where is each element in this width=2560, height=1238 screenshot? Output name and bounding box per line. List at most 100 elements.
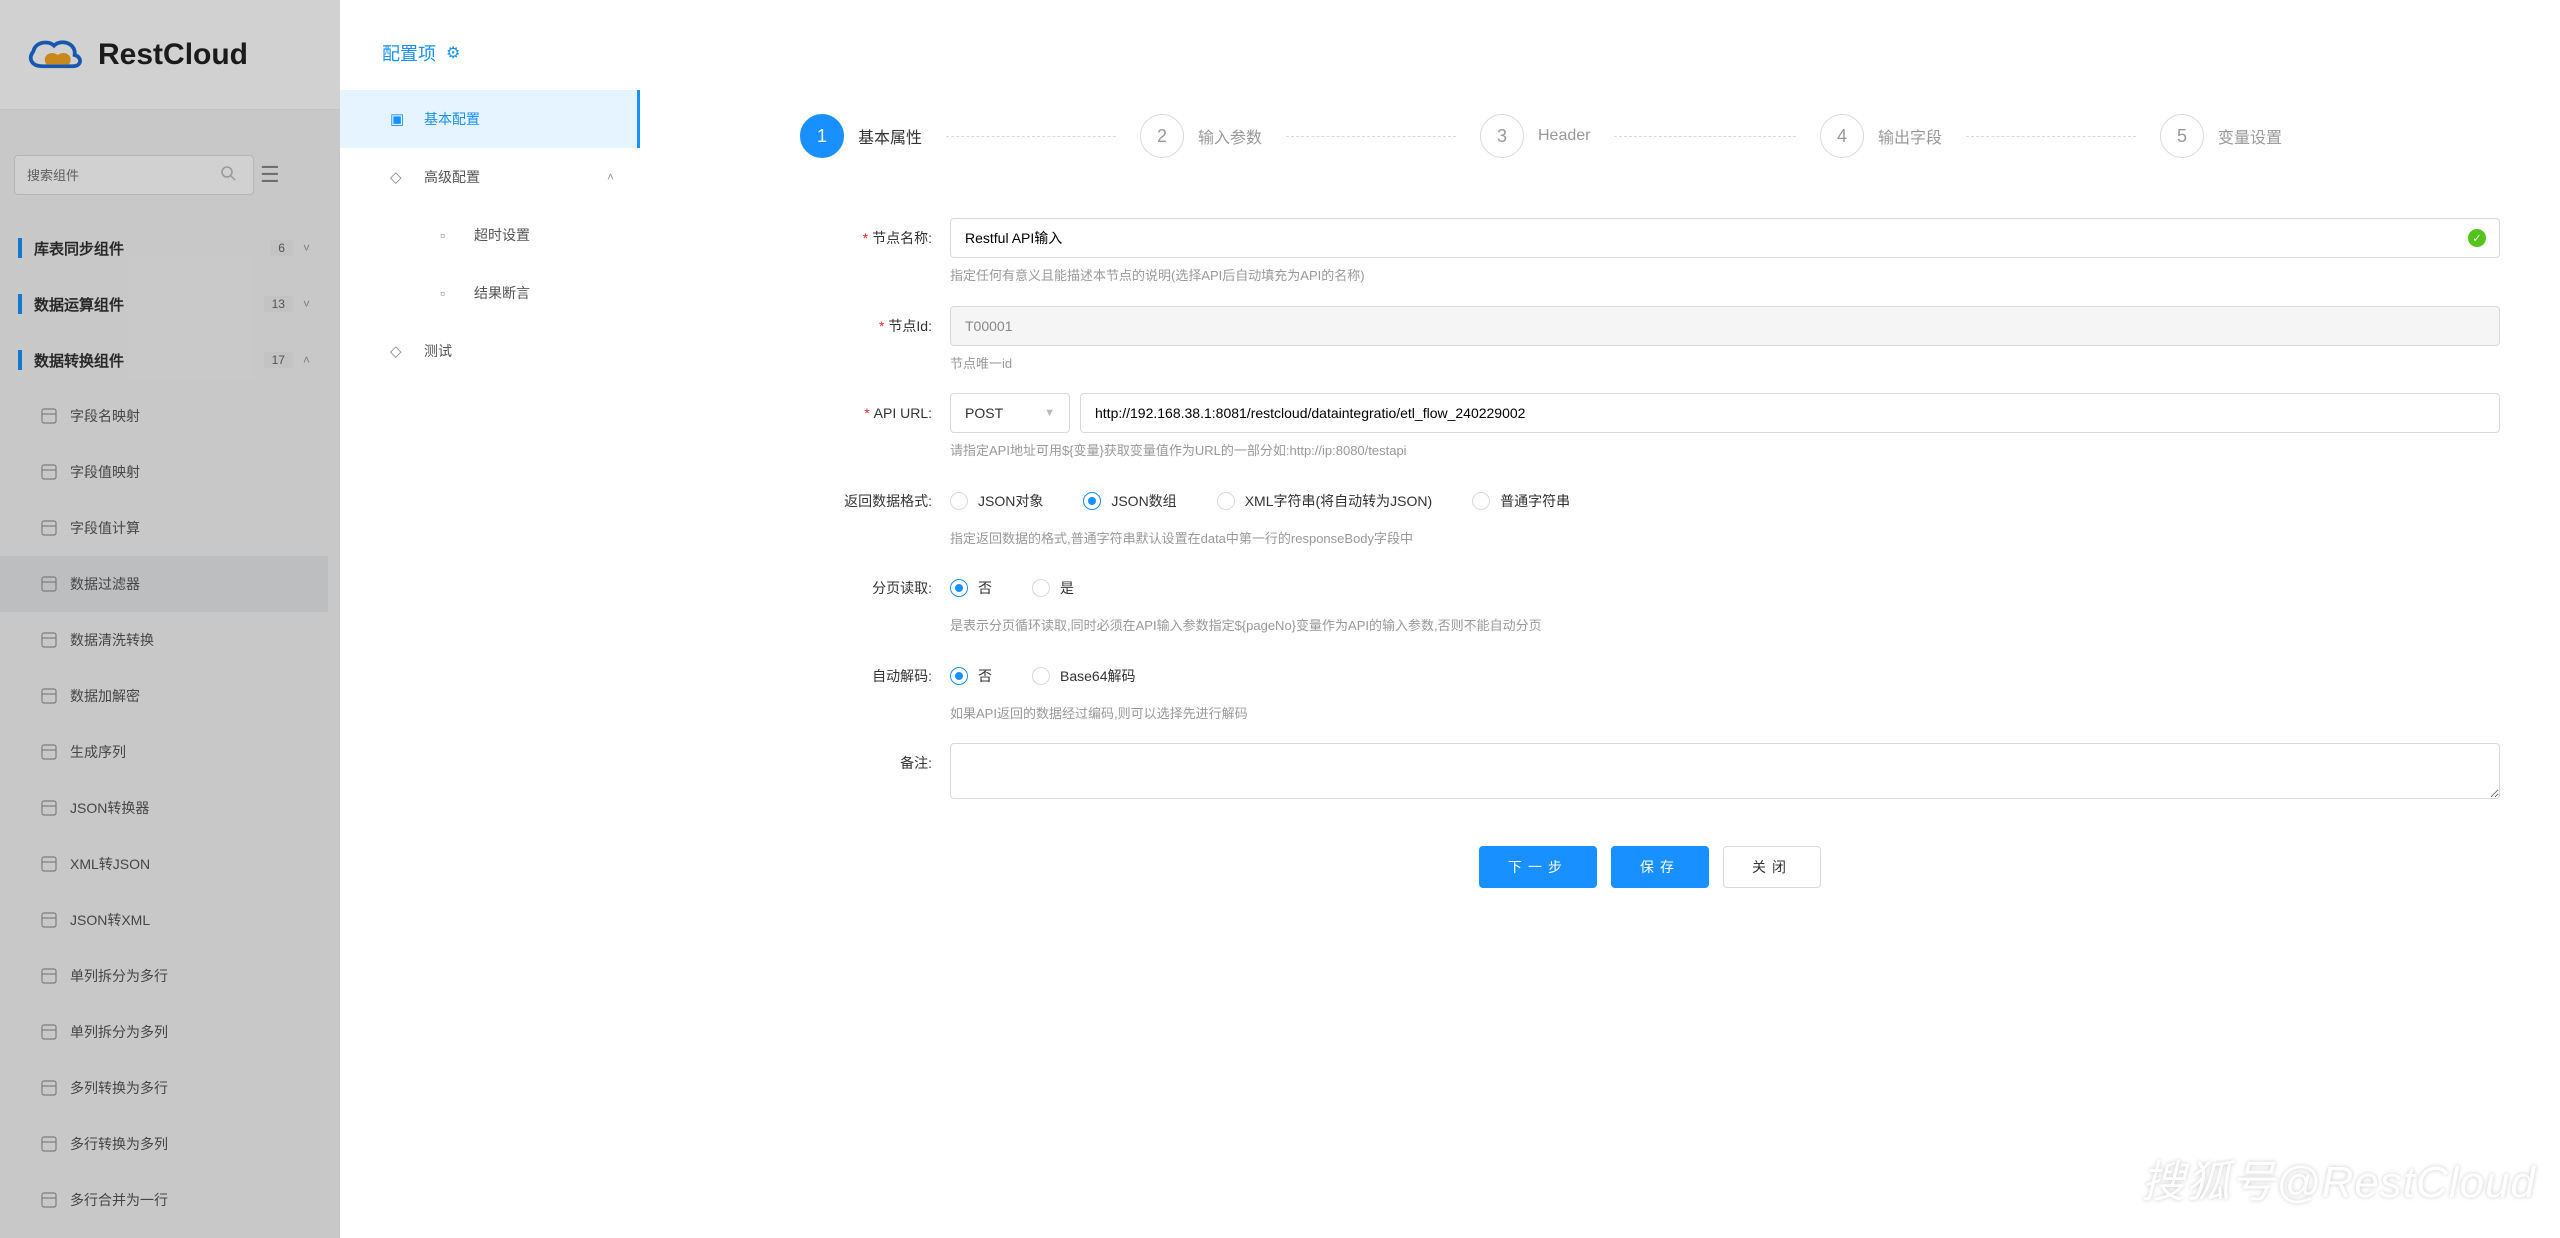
step-number: 5 <box>2160 114 2204 158</box>
steps: 1 基本属性 2 输入参数 3 Header 4 输出字段 5 变量设置 <box>800 114 2500 158</box>
help-resp-fmt: 指定返回数据的格式,普通字符串默认设置在data中第一行的responseBod… <box>950 529 2500 549</box>
radio-dot-icon <box>950 579 968 597</box>
tab-label: 超时设置 <box>474 225 530 245</box>
radio-option[interactable]: XML字符串(将自动转为JSON) <box>1217 491 1432 511</box>
textarea-remark[interactable] <box>950 743 2500 799</box>
tab-icon: ▫ <box>440 227 460 243</box>
step[interactable]: 1 基本属性 <box>800 114 1140 158</box>
step-label: 变量设置 <box>2218 124 2282 148</box>
config-panel: 配置项 ⚙ ▣ 基本配置 ◇ 高级配置 ˄ ▫ 超时设置 ▫ 结果断言 ◇ 测试 1 基本属性 2 输入参… <box>340 0 2560 1238</box>
radio-label: 否 <box>978 666 992 686</box>
step-number: 1 <box>800 114 844 158</box>
help-api-url: 请指定API地址可用${变量}获取变量值作为URL的一部分如:http://ip… <box>950 441 2500 461</box>
radio-group-resp-fmt: JSON对象 JSON数组 XML字符串(将自动转为JSON) 普通字符串 <box>950 481 2500 521</box>
config-title-text: 配置项 <box>382 40 436 66</box>
radio-option[interactable]: Base64解码 <box>1032 666 1135 686</box>
config-panel-title: 配置项 ⚙ <box>382 40 2560 66</box>
tab-label: 基本配置 <box>424 109 480 129</box>
next-button[interactable]: 下一步 <box>1479 846 1597 888</box>
check-ok-icon: ✓ <box>2468 229 2486 247</box>
input-api-url[interactable] <box>1080 393 2500 433</box>
radio-dot-icon <box>1032 667 1050 685</box>
radio-option[interactable]: 否 <box>950 666 992 686</box>
http-method-value: POST <box>965 405 1003 421</box>
config-tab[interactable]: ▣ 基本配置 <box>340 90 640 148</box>
label-decode: 自动解码: <box>800 656 950 724</box>
select-http-method[interactable]: POST ▼ <box>950 393 1070 433</box>
step[interactable]: 3 Header <box>1480 114 1820 158</box>
radio-dot-icon <box>1083 492 1101 510</box>
help-decode: 如果API返回的数据经过编码,则可以选择先进行解码 <box>950 704 2500 724</box>
config-subtab[interactable]: ▫ 超时设置 <box>340 206 640 264</box>
radio-dot-icon <box>950 667 968 685</box>
radio-dot-icon <box>1217 492 1235 510</box>
radio-option[interactable]: JSON数组 <box>1083 491 1176 511</box>
config-content: 1 基本属性 2 输入参数 3 Header 4 输出字段 5 变量设置 *节点名称: ✓ 指定任… <box>640 86 2560 1238</box>
save-button[interactable]: 保存 <box>1611 846 1709 888</box>
config-panel-header: 配置项 ⚙ <box>340 0 2560 86</box>
radio-option[interactable]: 否 <box>950 578 992 598</box>
step[interactable]: 5 变量设置 <box>2160 114 2500 158</box>
label-resp-fmt: 返回数据格式: <box>800 481 950 549</box>
radio-label: JSON数组 <box>1111 491 1176 511</box>
tab-icon: ◇ <box>390 342 410 360</box>
help-node-id: 节点唯一id <box>950 354 2500 374</box>
step-connector <box>1966 136 2136 137</box>
step-number: 4 <box>1820 114 1864 158</box>
close-button[interactable]: 关闭 <box>1723 846 1821 888</box>
radio-group-decode: 否 Base64解码 <box>950 656 2500 696</box>
row-decode: 自动解码: 否 Base64解码 如果API返回的数据经过编码,则可以选择先进行解… <box>800 656 2500 724</box>
chevron-down-icon: ▼ <box>1044 407 1055 419</box>
tab-label: 高级配置 <box>424 167 480 187</box>
row-resp-fmt: 返回数据格式: JSON对象 JSON数组 XML字符串(将自动转为JSON) 普通字… <box>800 481 2500 549</box>
step[interactable]: 4 输出字段 <box>1820 114 2160 158</box>
step-label: 输出字段 <box>1878 124 1942 148</box>
config-tabs: ▣ 基本配置 ◇ 高级配置 ˄ ▫ 超时设置 ▫ 结果断言 ◇ 测试 <box>340 86 640 1238</box>
config-tab[interactable]: ◇ 测试 <box>340 322 640 380</box>
step-number: 3 <box>1480 114 1524 158</box>
radio-option[interactable]: 是 <box>1032 578 1074 598</box>
step-label: 输入参数 <box>1198 124 1262 148</box>
row-node-name: *节点名称: ✓ 指定任何有意义且能描述本节点的说明(选择API后自动填充为AP… <box>800 218 2500 286</box>
radio-label: 普通字符串 <box>1500 491 1570 511</box>
radio-label: Base64解码 <box>1060 666 1135 686</box>
row-api-url: *API URL: POST ▼ 请指定API地址可用${变量}获取变量值作为U… <box>800 393 2500 461</box>
tab-icon: ◇ <box>390 168 410 186</box>
tab-icon: ▣ <box>390 110 410 128</box>
radio-label: 否 <box>978 578 992 598</box>
config-subtab[interactable]: ▫ 结果断言 <box>340 264 640 322</box>
label-remark: 备注: <box>800 743 950 802</box>
radio-dot-icon <box>1032 579 1050 597</box>
radio-option[interactable]: 普通字符串 <box>1472 491 1570 511</box>
label-api-url: *API URL: <box>800 393 950 461</box>
gear-icon[interactable]: ⚙ <box>446 43 460 63</box>
row-remark: 备注: <box>800 743 2500 802</box>
input-node-name[interactable] <box>950 218 2500 258</box>
radio-dot-icon <box>1472 492 1490 510</box>
footer-buttons: 下一步 保存 关闭 <box>800 822 2500 918</box>
row-node-id: *节点Id: 节点唯一id <box>800 306 2500 374</box>
tab-label: 测试 <box>424 341 452 361</box>
tab-label: 结果断言 <box>474 283 530 303</box>
tab-icon: ▫ <box>440 285 460 301</box>
label-paging: 分页读取: <box>800 568 950 636</box>
radio-group-paging: 否是 <box>950 568 2500 608</box>
step-label: 基本属性 <box>858 124 922 148</box>
step-label: Header <box>1538 127 1590 145</box>
radio-label: JSON对象 <box>978 491 1043 511</box>
radio-dot-icon <box>950 492 968 510</box>
radio-option[interactable]: JSON对象 <box>950 491 1043 511</box>
label-node-name: *节点名称: <box>800 218 950 286</box>
config-tab[interactable]: ◇ 高级配置 ˄ <box>340 148 640 206</box>
help-node-name: 指定任何有意义且能描述本节点的说明(选择API后自动填充为API的名称) <box>950 266 2500 286</box>
chevron-up-icon: ˄ <box>607 170 614 184</box>
step-connector <box>1286 136 1456 137</box>
step-connector <box>1614 136 1796 137</box>
row-paging: 分页读取: 否是 是表示分页循环读取,同时必须在API输入参数指定${pageN… <box>800 568 2500 636</box>
label-node-id: *节点Id: <box>800 306 950 374</box>
step-connector <box>946 136 1116 137</box>
radio-label: XML字符串(将自动转为JSON) <box>1245 491 1432 511</box>
step-number: 2 <box>1140 114 1184 158</box>
input-node-id <box>950 306 2500 346</box>
step[interactable]: 2 输入参数 <box>1140 114 1480 158</box>
